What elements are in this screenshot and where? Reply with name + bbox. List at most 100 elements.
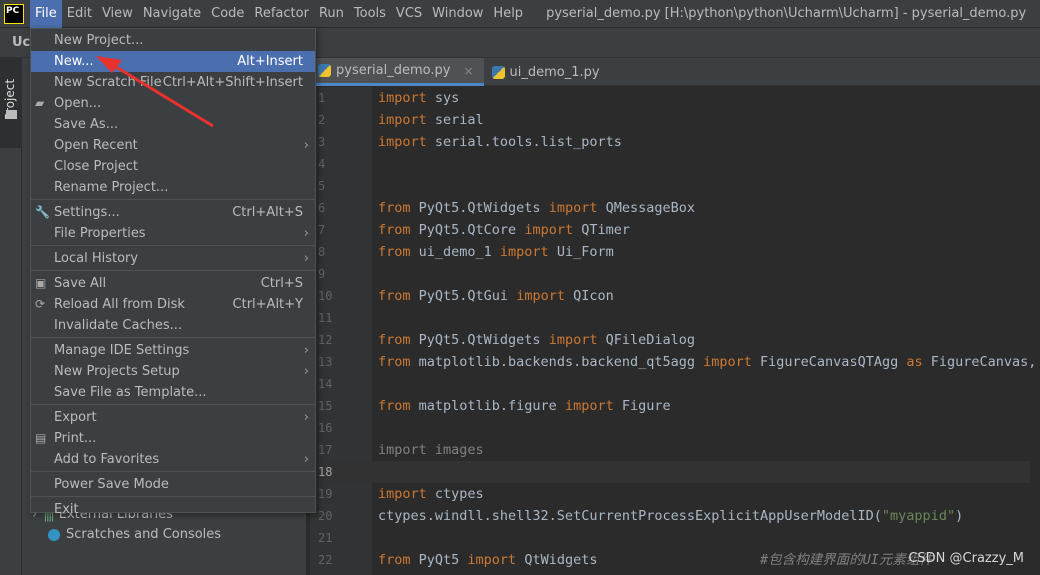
chevron-right-icon: ›	[303, 410, 309, 425]
menu-refactor[interactable]: Refactor	[249, 0, 314, 28]
menu-item-open-recent[interactable]: Open Recent ›	[31, 135, 315, 156]
print-icon: ▤	[35, 431, 47, 445]
code-line[interactable]: 19 import ctypes	[310, 483, 1030, 505]
code-line[interactable]: 12 from PyQt5.QtWidgets import QFileDialo…	[310, 329, 1030, 351]
menu-item-file-properties[interactable]: File Properties ›	[31, 223, 315, 244]
code-line[interactable]: 5	[310, 175, 1030, 197]
menu-file[interactable]: File	[30, 0, 62, 28]
code-line[interactable]: 21	[310, 527, 1030, 549]
line-number: 17	[318, 443, 333, 457]
tree-item-scratches[interactable]: Scratches and Consoles	[48, 525, 221, 545]
line-number: 1	[318, 91, 326, 105]
menu-item-label: Local History	[54, 251, 139, 266]
code-token: from	[378, 354, 411, 370]
menu-edit[interactable]: Edit	[62, 0, 97, 28]
menubar: PC File Edit View Navigate Code Refactor Run To…	[0, 0, 1040, 28]
code-line[interactable]: 9	[310, 263, 1030, 285]
code-line[interactable]: 2 import serial	[310, 109, 1030, 131]
tree-item-label: Scratches and Consoles	[66, 527, 222, 542]
tab-ui_demo_1-py[interactable]: ui_demo_1.py	[484, 58, 610, 86]
code-line[interactable]: 8 from ui_demo_1 import Ui_Form	[310, 241, 1030, 263]
project-tool-tab[interactable]: Project	[0, 58, 22, 148]
menu-item-label: New...	[54, 54, 94, 69]
menu-window[interactable]: Window	[427, 0, 488, 28]
code-line[interactable]: 7 from PyQt5.QtCore import QTimer	[310, 219, 1030, 241]
menu-navigate[interactable]: Navigate	[138, 0, 206, 28]
code-token: QMessageBox	[597, 200, 696, 216]
menu-item-new-project[interactable]: New Project...	[31, 30, 315, 51]
menu-item-print[interactable]: ▤ Print...	[31, 428, 315, 449]
line-number: 13	[318, 355, 333, 369]
pycharm-logo: PC	[4, 3, 24, 24]
code-token: from	[378, 222, 411, 238]
code-line[interactable]: 4	[310, 153, 1030, 175]
code-line[interactable]: 18	[310, 461, 1030, 483]
menu-item-add-to-favorites[interactable]: Add to Favorites ›	[31, 449, 315, 470]
python-file-icon	[491, 65, 505, 79]
menu-item-label: Save As...	[54, 117, 119, 132]
code-line[interactable]: 13 from matplotlib.backends.backend_qt5ag…	[310, 351, 1036, 373]
code-text: from PyQt5.QtWidgets import QMessageBox	[378, 197, 695, 219]
chevron-right-icon: ›	[303, 364, 309, 379]
menu-item-label: Settings...	[54, 205, 120, 220]
code-token: )	[955, 508, 964, 524]
menu-item-save-all[interactable]: ▣ Save All Ctrl+S	[31, 273, 315, 294]
code-line[interactable]: 14	[310, 373, 1030, 395]
code-token: import images	[378, 442, 484, 458]
code-text: from PyQt5.QtCore import QTimer	[378, 219, 630, 241]
code-token: Figure	[613, 398, 671, 414]
menu-item-rename-project[interactable]: Rename Project...	[31, 177, 315, 198]
close-tab-icon[interactable]: ×	[463, 64, 473, 78]
code-token: QIcon	[564, 288, 614, 304]
menu-item-close-project[interactable]: Close Project	[31, 156, 315, 177]
code-token: import	[548, 332, 598, 348]
menu-vcs[interactable]: VCS	[391, 0, 427, 28]
menu-item-settings[interactable]: 🔧 Settings... Ctrl+Alt+S	[31, 202, 315, 223]
menu-item-reload-all-from-disk[interactable]: ⟳ Reload All from Disk Ctrl+Alt+Y	[31, 294, 315, 315]
chevron-right-icon: ›	[303, 452, 309, 467]
code-token: import	[524, 222, 574, 238]
menu-item-exit[interactable]: Exit	[31, 499, 315, 520]
menu-item-invalidate-caches[interactable]: Invalidate Caches...	[31, 315, 315, 336]
editor[interactable]: pyserial_demo.py × ui_demo_1.py 1 import sy…	[310, 58, 1040, 575]
code-line[interactable]: 11	[310, 307, 1030, 329]
code-text: import sys	[378, 87, 459, 109]
menu-item-open[interactable]: ▰ Open...	[31, 93, 315, 114]
code-token: from	[378, 244, 411, 260]
menu-item-label: Manage IDE Settings	[54, 343, 190, 358]
menu-item-label: Open...	[54, 96, 102, 111]
menu-tools[interactable]: Tools	[349, 0, 391, 28]
code-line[interactable]: 10 from PyQt5.QtGui import QIcon	[310, 285, 1030, 307]
menu-help[interactable]: Help	[488, 0, 528, 28]
code-token: ui_demo_1	[410, 244, 500, 260]
menu-item-new[interactable]: New... Alt+Insert	[31, 51, 315, 72]
menu-item-label: Print...	[54, 431, 97, 446]
tab-pyserial_demo-py[interactable]: pyserial_demo.py ×	[310, 58, 484, 86]
code-token: import	[564, 398, 614, 414]
menu-item-export[interactable]: Export ›	[31, 407, 315, 428]
code-line[interactable]: 20 ctypes.windll.shell32.SetCurrentProces…	[310, 505, 1030, 527]
code-line[interactable]: 6 from PyQt5.QtWidgets import QMessageBox	[310, 197, 1030, 219]
menu-item-local-history[interactable]: Local History ›	[31, 248, 315, 269]
code-line[interactable]: 16	[310, 417, 1030, 439]
code-token: from	[378, 288, 411, 304]
menu-code[interactable]: Code	[206, 0, 249, 28]
code-line[interactable]: 15 from matplotlib.figure import Figure	[310, 395, 1030, 417]
menu-item-manage-ide-settings[interactable]: Manage IDE Settings ›	[31, 340, 315, 361]
code-line[interactable]: 17 import images	[310, 439, 1030, 461]
menu-item-save-file-as-template[interactable]: Save File as Template...	[31, 382, 315, 403]
window-title: pyserial_demo.py [H:\python\python\Uchar…	[546, 6, 1027, 21]
code-text: import serial.tools.list_ports	[378, 131, 622, 153]
code-line[interactable]: 1 import sys	[310, 87, 1030, 109]
menu-view[interactable]: View	[97, 0, 138, 28]
menu-run[interactable]: Run	[314, 0, 349, 28]
code-area[interactable]: 1 import sys 2 import serial 3 import serial.…	[310, 87, 1040, 575]
code-line[interactable]: 3 import serial.tools.list_ports	[310, 131, 1030, 153]
folder-icon	[6, 110, 17, 119]
menu-item-power-save-mode[interactable]: Power Save Mode	[31, 474, 315, 495]
code-token: QFileDialog	[597, 332, 696, 348]
menu-item-new-projects-setup[interactable]: New Projects Setup ›	[31, 361, 315, 382]
menu-item-new-scratch-file[interactable]: New Scratch File Ctrl+Alt+Shift+Insert	[31, 72, 315, 93]
menu-item-save-as[interactable]: Save As...	[31, 114, 315, 135]
line-number: 9	[318, 267, 326, 281]
